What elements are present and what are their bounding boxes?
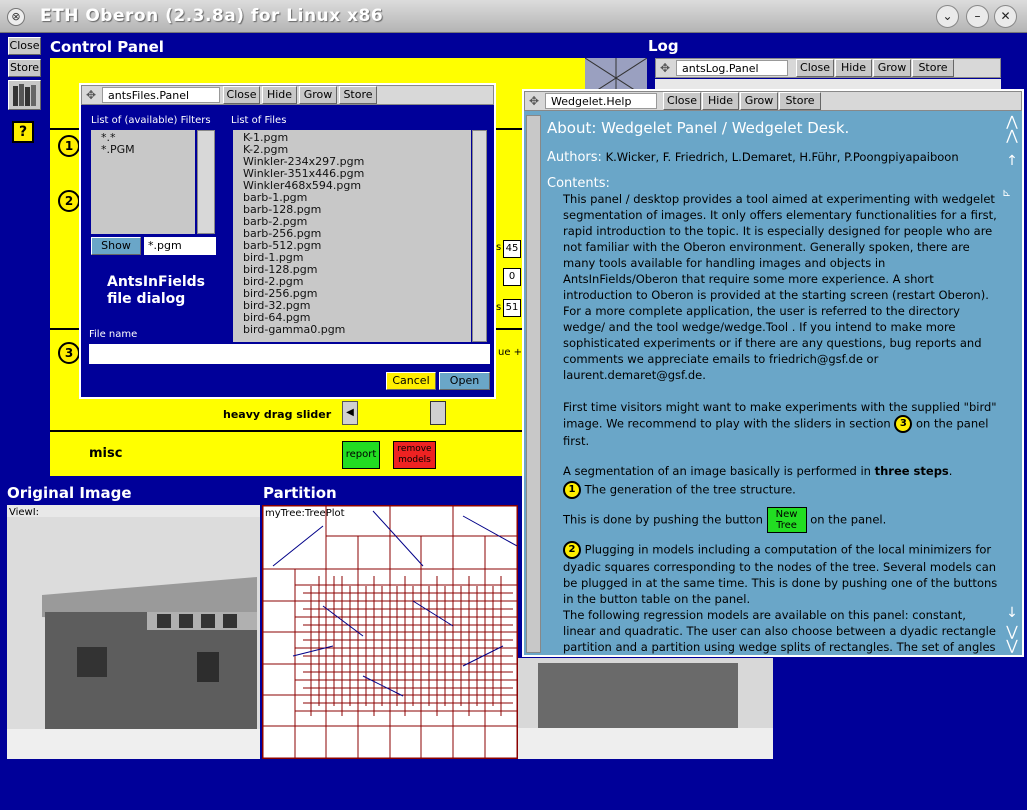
show-button[interactable]: Show [91,237,141,255]
outer-scroll-up-icon[interactable] [1002,113,1022,173]
value-field-51[interactable]: 51 [503,299,521,317]
bold-phrase: three steps [874,464,949,478]
misc-label: misc [89,446,123,461]
log-close-button[interactable]: Close [796,59,834,77]
files-label: List of Files [231,115,287,126]
authors-text: K.Wicker, F. Friedrich, L.Demaret, H.Füh… [605,150,959,164]
background-photo [518,658,773,759]
value-field-0[interactable]: 0 [503,268,521,286]
move-icon[interactable]: ✥ [658,61,672,75]
report-button[interactable]: report [342,441,380,469]
log-name-field[interactable]: antsLog.Panel [676,60,788,76]
paragraph: on the panel. [810,512,887,527]
original-image-title: Original Image [7,484,132,502]
step-3-marker: 3 [894,415,913,433]
new-tree-button[interactable]: New Tree [766,507,807,533]
list-item[interactable]: *.PGM [101,144,195,156]
help-name-field[interactable]: Wedgelet.Help [545,93,657,109]
field-label-fragment: s [496,302,502,313]
slider-left-arrow-icon[interactable]: ◀ [342,401,358,425]
filters-label: List of (available) Filters [91,115,211,126]
files-hide-button[interactable]: Hide [262,86,297,104]
resize-icon[interactable]: ⊾ [1002,186,1020,200]
house-photo [7,517,260,759]
page-down-icon[interactable]: ⋁ ⋁ [1002,625,1022,653]
close-window-icon[interactable]: ✕ [994,5,1017,28]
partition-viewer: myTree:TreePlot [262,505,518,759]
original-image-viewer: ViewI: [7,505,260,759]
filters-scrollbar[interactable] [197,130,215,234]
help-menubar: ✥ Wedgelet.Help Close Hide Grow Store [524,91,1022,111]
paragraph: . [948,464,953,478]
step-1-marker: 1 [563,481,581,499]
files-scrollbar[interactable] [472,130,487,342]
paragraph: This is done by pushing the button [563,512,763,527]
close-button[interactable]: Close [8,37,41,55]
store-button[interactable]: Store [8,59,41,77]
app-menu-icon[interactable]: ⊗ [7,8,25,26]
help-grow-button[interactable]: Grow [740,92,778,110]
help-icon[interactable]: ? [12,121,34,143]
paragraph: This panel / desktop provides a tool aim… [563,192,997,302]
filter-input[interactable]: *.pgm [144,237,216,255]
help-scrollbar[interactable] [526,115,541,653]
remove-models-button[interactable]: remove models [393,441,436,469]
contents-label: Contents: [547,176,610,191]
step-2-marker: 2 [563,541,581,559]
paragraph: A segmentation of an image basically is … [563,464,871,478]
files-close-button[interactable]: Close [223,86,260,104]
filename-label: File name [89,329,138,340]
filters-list[interactable]: *.* *.PGM [91,130,195,234]
paragraph: The generation of the tree structure. [584,482,796,497]
window-title: ETH Oberon (2.3.8a) for Linux x86 [40,6,384,26]
files-menubar: ✥ antsFiles.Panel Close Hide Grow Store [81,85,494,105]
dialog-caption-line2: file dialog [107,291,186,307]
dialog-caption-line1: AntsInFields [107,274,206,290]
paragraph: The following regression models are avai… [563,608,996,654]
move-icon[interactable]: ✥ [527,94,541,108]
files-store-button[interactable]: Store [339,86,377,104]
help-store-button[interactable]: Store [779,92,821,110]
window-titlebar: ⊗ ETH Oberon (2.3.8a) for Linux x86 ⌄ – … [0,0,1027,33]
step-2-marker: 2 [58,190,80,212]
help-hide-button[interactable]: Hide [702,92,739,110]
help-viewer: ✥ Wedgelet.Help Close Hide Grow Store Ab… [522,89,1024,657]
down-arrow-icon[interactable]: ↓ [1002,605,1022,621]
step-3-marker: 3 [58,342,80,364]
files-list[interactable]: K-1.pgm K-2.pgm Winkler-234x297.pgm Winkler… [233,130,471,342]
slider-label: heavy drag slider [223,408,332,421]
files-name-field[interactable]: antsFiles.Panel [102,87,220,103]
cancel-button[interactable]: Cancel [386,372,436,390]
help-text: About: Wedgelet Panel / Wedgelet Desk. A… [547,119,999,655]
authors-label: Authors: [547,150,602,165]
paragraph: Plugging in models including a computati… [563,542,998,607]
divider [50,430,585,432]
books-icon[interactable] [8,80,41,110]
heavy-drag-slider[interactable] [358,401,518,425]
list-item[interactable]: bird-gamma0.pgm [243,324,471,336]
paragraph: For a more complete application, the use… [563,304,982,382]
files-dialog: ✥ antsFiles.Panel Close Hide Grow Store … [79,83,496,399]
field-label-fragment: s [496,242,502,253]
window-menu-icon[interactable]: ⌄ [936,5,959,28]
files-grow-button[interactable]: Grow [299,86,337,104]
help-close-button[interactable]: Close [663,92,701,110]
slider-thumb[interactable] [430,401,446,425]
log-menubar: ✥ antsLog.Panel Close Hide Grow Store [655,58,1001,78]
value-field-45[interactable]: 45 [503,240,521,258]
help-heading: About: Wedgelet Panel / Wedgelet Desk. [547,119,850,137]
log-grow-button[interactable]: Grow [873,59,911,77]
log-title: Log [648,37,679,55]
control-panel-title: Control Panel [50,38,164,56]
log-store-button[interactable]: Store [912,59,954,77]
minimize-icon[interactable]: – [966,5,989,28]
open-button[interactable]: Open [439,372,490,390]
tree-plot [263,506,517,758]
move-icon[interactable]: ✥ [84,88,98,102]
log-hide-button[interactable]: Hide [835,59,872,77]
field-label-fragment: ue + [498,347,523,358]
step-1-marker: 1 [58,135,80,157]
filename-input[interactable] [89,344,490,364]
partition-title: Partition [263,484,337,502]
